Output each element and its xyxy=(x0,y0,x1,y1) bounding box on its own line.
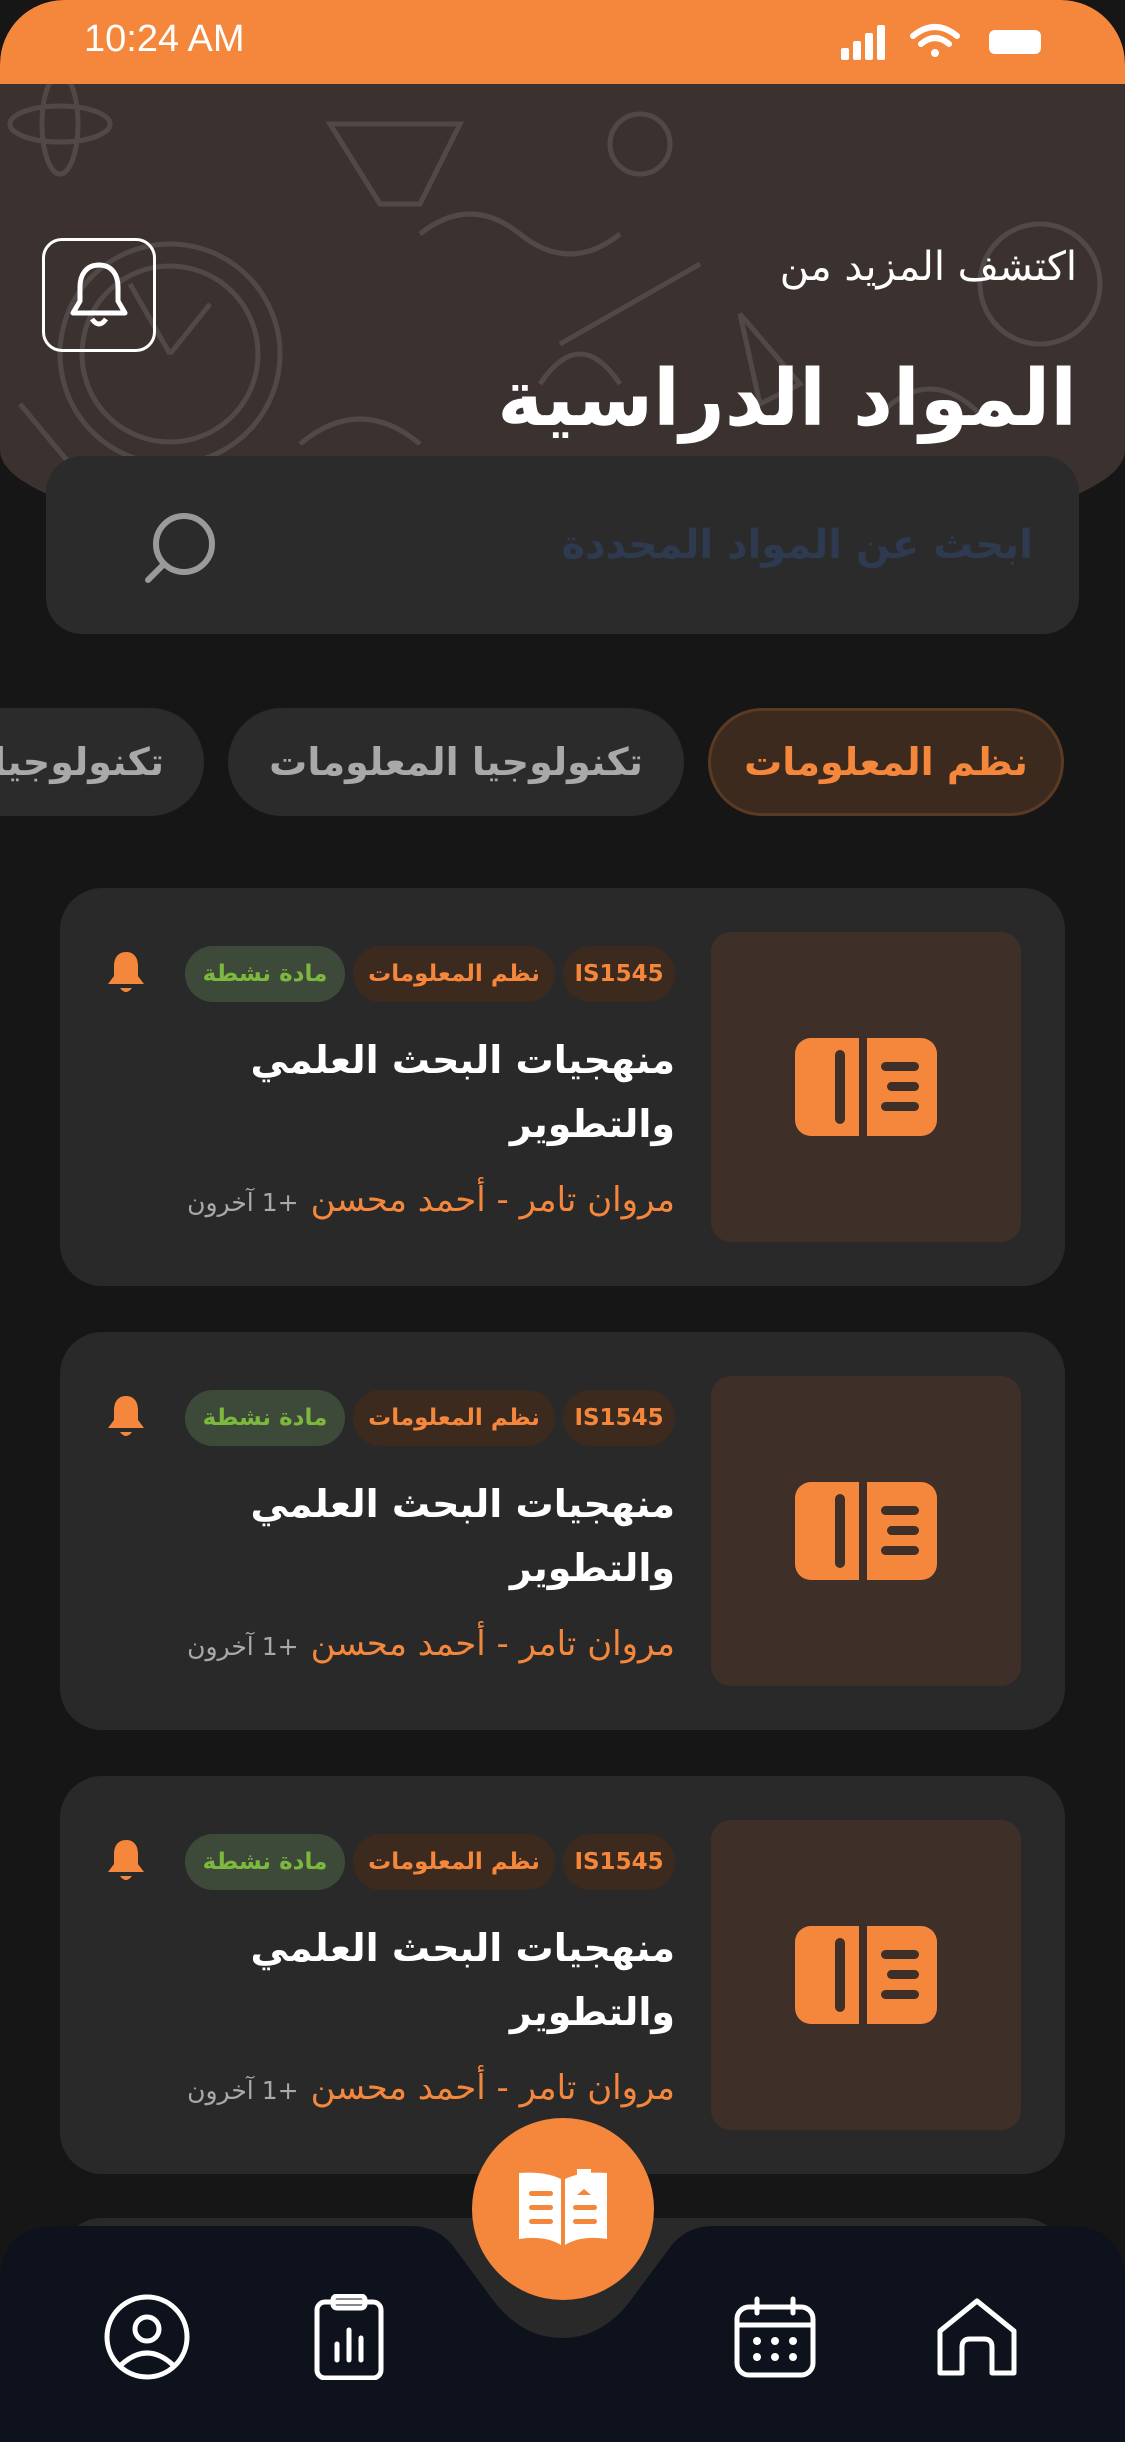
reports-icon xyxy=(314,2294,384,2380)
page-subtitle: اكتشف المزيد من xyxy=(779,244,1077,290)
search-bar xyxy=(46,456,1079,634)
notification-bell-icon[interactable] xyxy=(106,1394,146,1440)
course-card[interactable]: IS1545 نظم المعلومات مادة نشطة منهجيات ا… xyxy=(60,1776,1065,2174)
course-card[interactable]: IS1545 نظم المعلومات مادة نشطة منهجيات ا… xyxy=(60,1332,1065,1730)
nav-home[interactable] xyxy=(922,2282,1032,2392)
chip-information-technology[interactable]: تكنولوجيا المعلومات xyxy=(228,708,684,816)
others-count: +1 آخرون xyxy=(187,2076,299,2105)
search-icon[interactable] xyxy=(142,510,218,586)
status-badge: مادة نشطة xyxy=(185,1834,345,1890)
status-badge: مادة نشطة xyxy=(185,946,345,1002)
status-time: 10:24 AM xyxy=(84,18,245,60)
course-title: منهجيات البحث العلمي والتطوير xyxy=(250,1926,675,2034)
nav-reports[interactable] xyxy=(294,2282,404,2392)
search-input[interactable] xyxy=(273,456,1033,634)
others-count: +1 آخرون xyxy=(187,1188,299,1217)
bell-icon xyxy=(70,262,128,327)
page-title: المواد الدراسية xyxy=(497,354,1077,444)
course-title: منهجيات البحث العلمي والتطوير xyxy=(250,1482,675,1590)
instructor-names: مروان تامر - أحمد محسن xyxy=(310,1624,675,1664)
courses-icon xyxy=(519,2169,607,2245)
app-screen: 10:24 AM اكتشف المزيد من المواد الدراسية… xyxy=(0,0,1125,2442)
status-icons xyxy=(841,24,1041,60)
course-thumbnail xyxy=(711,932,1021,1242)
status-badge: مادة نشطة xyxy=(185,1390,345,1446)
department-badge: نظم المعلومات xyxy=(353,1390,555,1446)
nav-courses[interactable] xyxy=(472,2118,654,2300)
chip-information-systems[interactable]: نظم المعلومات xyxy=(708,708,1064,816)
calendar-icon xyxy=(734,2296,816,2378)
course-instructors: مروان تامر - أحمد محسن +1 آخرون xyxy=(187,1624,675,1664)
course-code-badge: IS1545 xyxy=(563,1390,675,1446)
home-icon xyxy=(937,2298,1017,2376)
course-code-badge: IS1545 xyxy=(563,1834,675,1890)
notification-bell-icon[interactable] xyxy=(106,950,146,996)
course-thumbnail xyxy=(711,1820,1021,2130)
battery-icon xyxy=(989,30,1041,54)
book-icon xyxy=(795,1926,937,2024)
department-badge: نظم المعلومات xyxy=(353,946,555,1002)
department-badge: نظم المعلومات xyxy=(353,1834,555,1890)
course-title: منهجيات البحث العلمي والتطوير xyxy=(250,1038,675,1146)
status-bar: 10:24 AM xyxy=(0,0,1125,84)
course-code-badge: IS1545 xyxy=(563,946,675,1002)
book-icon xyxy=(795,1482,937,1580)
nav-profile[interactable] xyxy=(92,2282,202,2392)
instructor-names: مروان تامر - أحمد محسن xyxy=(310,1180,675,1220)
course-card[interactable]: IS1545 نظم المعلومات مادة نشطة منهجيات ا… xyxy=(60,888,1065,1286)
course-instructors: مروان تامر - أحمد محسن +1 آخرون xyxy=(187,1180,675,1220)
wifi-icon xyxy=(910,24,960,57)
signal-icon xyxy=(841,25,885,60)
notification-bell-icon[interactable] xyxy=(106,1838,146,1884)
course-instructors: مروان تامر - أحمد محسن +1 آخرون xyxy=(187,2068,675,2108)
instructor-names: مروان تامر - أحمد محسن xyxy=(310,2068,675,2108)
course-thumbnail xyxy=(711,1376,1021,1686)
book-icon xyxy=(795,1038,937,1136)
notifications-button[interactable] xyxy=(42,238,156,352)
profile-icon xyxy=(104,2294,190,2380)
chip-technology[interactable]: تكنولوجيا xyxy=(0,708,204,816)
nav-calendar[interactable] xyxy=(720,2282,830,2392)
others-count: +1 آخرون xyxy=(187,1632,299,1661)
